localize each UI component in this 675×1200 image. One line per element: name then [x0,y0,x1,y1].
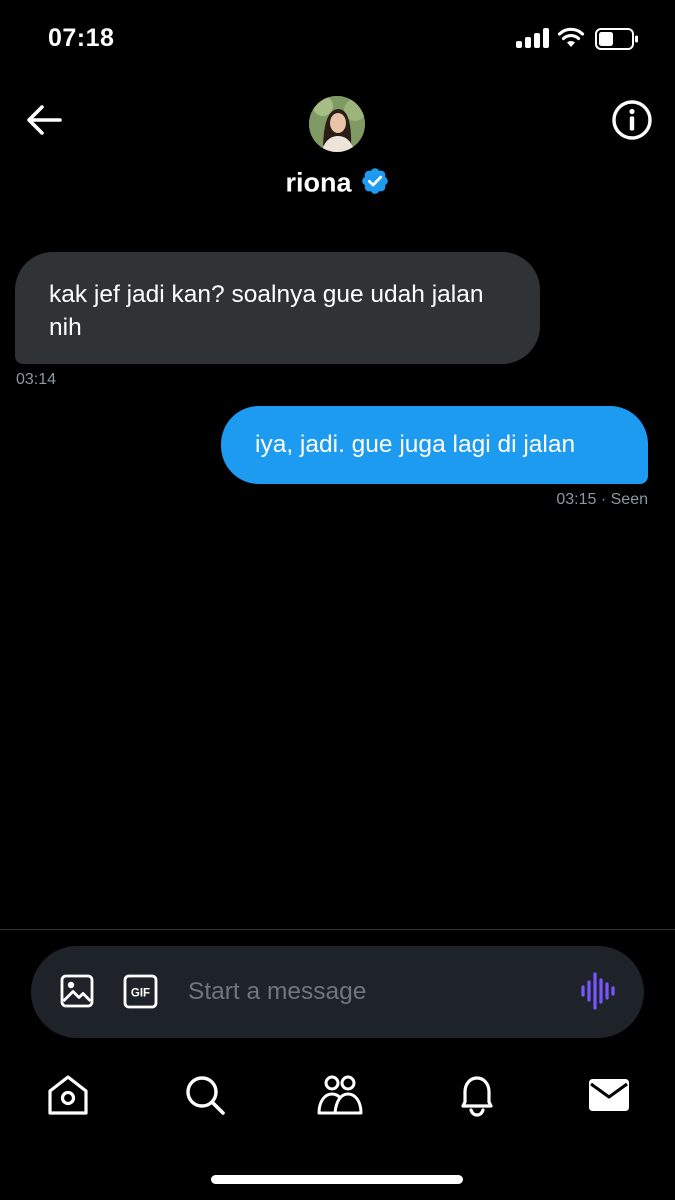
search-icon [186,1076,225,1115]
incoming-message-bubble[interactable]: kak jef jadi kan? soalnya gue udah jalan… [15,252,540,364]
audio-waveform-icon [581,972,615,1010]
notifications-icon [461,1076,493,1117]
conversation-info-button[interactable] [610,98,654,142]
image-icon [60,974,94,1008]
home-indicator[interactable] [211,1175,463,1184]
back-button[interactable] [24,100,66,140]
cellular-signal-icon [516,28,550,48]
wifi-icon [557,25,585,49]
arrow-left-icon [27,105,62,135]
outgoing-message-status: 03:15 · Seen [556,491,648,508]
avatar[interactable] [309,96,365,152]
communities-icon [317,1075,363,1115]
battery-icon [595,28,639,50]
home-icon [48,1075,88,1115]
voice-message-button[interactable] [580,972,618,1010]
messages-icon [589,1079,629,1111]
composer-divider [0,929,675,930]
outgoing-message-bubble[interactable]: iya, jadi. gue juga lagi di jalan [221,406,648,484]
nav-messages-button[interactable] [588,1073,632,1117]
incoming-message-timestamp: 03:14 [16,371,57,388]
incoming-message-text: kak jef jadi kan? soalnya gue udah jalan… [49,281,484,341]
outgoing-message-text: iya, jadi. gue juga lagi di jalan [255,431,576,458]
nav-notifications-button[interactable] [455,1073,499,1117]
nav-search-button[interactable] [183,1073,227,1117]
message-input[interactable] [176,966,580,1018]
contact-name: riona [285,167,352,198]
gif-icon: GIF [123,974,158,1009]
add-gif-button[interactable]: GIF [123,974,158,1009]
info-icon [612,100,652,140]
nav-communities-button[interactable] [317,1073,363,1117]
gif-label: GIF [131,988,150,1000]
add-photo-button[interactable] [60,974,94,1008]
nav-home-button[interactable] [46,1073,90,1117]
status-time: 07:18 [48,24,115,52]
avatar-photo [309,96,365,152]
verified-badge-icon [360,166,390,196]
contact-name-row[interactable]: riona [0,166,675,198]
